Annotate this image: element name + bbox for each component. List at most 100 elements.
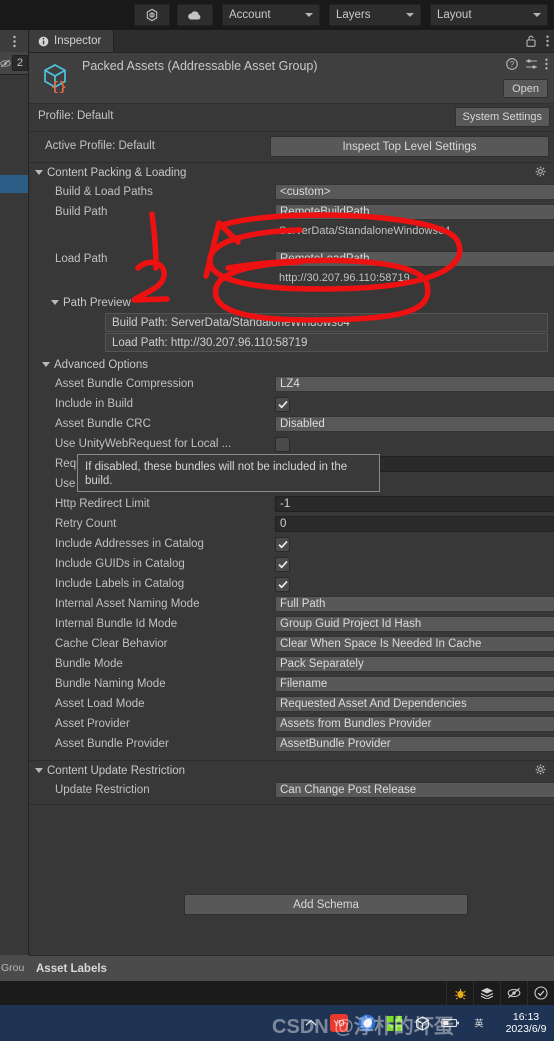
row-build-load-paths-label: Build & Load Paths [55, 186, 153, 198]
open-button[interactable]: Open [503, 79, 548, 98]
build-path-value: RemoteBuildPath [280, 206, 370, 218]
row-include-in-build-label: Include in Build [55, 398, 133, 410]
add-schema-button[interactable]: Add Schema [184, 894, 468, 915]
asset-bundle-compression-value: LZ4 [280, 378, 300, 390]
layout-dropdown[interactable]: Layout [430, 4, 548, 26]
editor-toolbar: Account Layers Layout [0, 0, 554, 30]
gear-icon[interactable] [535, 764, 546, 778]
bug-icon[interactable] [446, 981, 473, 1005]
chevron-down-icon [51, 300, 59, 305]
row-build-path: Build Path RemoteBuildPath [29, 202, 554, 222]
row-use-unitywebrequest-for-local: Use UnityWebRequest for Local ... [29, 434, 554, 454]
section-content-packing-header[interactable]: Content Packing & Loading [29, 163, 554, 182]
eye-slash-icon[interactable] [500, 981, 527, 1005]
advanced-options-rows: Asset Bundle Compression LZ4 Include in Bu… [29, 374, 554, 754]
row-internal-asset-naming-mode-label: Internal Asset Naming Mode [55, 598, 200, 610]
tab-inspector[interactable]: Inspector [29, 30, 115, 52]
row-bundle-mode: Bundle Mode Pack Separately [29, 654, 554, 674]
retry-count-value: 0 [280, 518, 287, 530]
internal-bundle-id-mode-dropdown[interactable]: Group Guid Project Id Hash [275, 616, 554, 632]
inspector-panel: Inspector {} Packed Assets (Addressable … [29, 30, 554, 955]
section-advanced-options-header[interactable]: Advanced Options [29, 355, 554, 374]
help-icon[interactable]: ? [506, 58, 518, 73]
load-path-dropdown[interactable]: RemoteLoadPath [275, 251, 554, 267]
row-asset-provider-label: Asset Provider [55, 718, 130, 730]
retry-count-input[interactable]: 0 [275, 516, 554, 532]
browser-icon[interactable] [357, 1014, 376, 1033]
asset-load-mode-dropdown[interactable]: Requested Asset And Dependencies [275, 696, 554, 712]
cloud-icon[interactable] [177, 4, 213, 26]
microsoft-store-icon[interactable] [385, 1014, 404, 1033]
use-unitywebrequest-for-local-checkbox[interactable] [275, 437, 290, 452]
rail-kebab-icon[interactable] [0, 30, 28, 52]
section-advanced-options-title: Advanced Options [54, 358, 148, 371]
active-profile-row: Active Profile: Default Inspect Top Leve… [29, 132, 554, 163]
rail-hidden-objects-tab[interactable]: 2 [0, 52, 28, 75]
system-settings-button[interactable]: System Settings [454, 107, 550, 127]
asset-provider-dropdown[interactable]: Assets from Bundles Provider [275, 716, 554, 732]
rail-selection-highlight[interactable] [0, 175, 28, 193]
collab-icon[interactable] [134, 4, 170, 26]
battery-icon[interactable] [441, 1014, 460, 1033]
section-content-update-header[interactable]: Content Update Restriction [29, 761, 554, 780]
build-load-paths-dropdown[interactable]: <custom> [275, 184, 554, 200]
asset-bundle-provider-value: AssetBundle Provider [280, 738, 391, 750]
inspect-top-level-settings-button[interactable]: Inspect Top Level Settings [270, 136, 549, 157]
include-labels-in-catalog-checkbox[interactable] [275, 577, 290, 592]
account-label: Account [229, 9, 271, 21]
include-guids-in-catalog-checkbox[interactable] [275, 557, 290, 572]
row-build-path-label: Build Path [55, 206, 108, 218]
asset-bundle-crc-dropdown[interactable]: Disabled [275, 416, 554, 432]
left-rail: 2 Grou [0, 30, 29, 981]
build-path-dropdown[interactable]: RemoteBuildPath [275, 204, 554, 220]
include-addresses-in-catalog-checkbox[interactable] [275, 537, 290, 552]
preset-sliders-icon[interactable] [525, 58, 538, 73]
taskbar-time: 16:13 [512, 1011, 540, 1023]
load-path-resolved: http://30.207.96.110:58719 [279, 272, 410, 284]
chevron-up-icon[interactable] [301, 1014, 320, 1033]
row-load-path-label: Load Path [55, 253, 108, 265]
asset-labels-bar[interactable]: Asset Labels [29, 955, 554, 981]
layers-stack-icon[interactable] [473, 981, 500, 1005]
layout-label: Layout [437, 9, 472, 21]
unity-editor-window: Account Layers Layout 2 Grou Inspector {… [0, 0, 554, 1041]
update-restriction-dropdown[interactable]: Can Change Post Release [275, 782, 554, 798]
row-load-path: Load Path RemoteLoadPath [29, 249, 554, 269]
profile-row: Profile: Default System Settings [29, 104, 554, 132]
include-in-build-checkbox[interactable] [275, 397, 290, 412]
internal-asset-naming-mode-dropdown[interactable]: Full Path [275, 596, 554, 612]
chevron-down-icon [35, 170, 43, 175]
chevron-down-icon [305, 13, 313, 17]
row-include-guids-in-catalog-label: Include GUIDs in Catalog [55, 558, 185, 570]
load-path-value: RemoteLoadPath [280, 253, 370, 265]
bundle-mode-dropdown[interactable]: Pack Separately [275, 656, 554, 672]
bundle-naming-mode-value: Filename [280, 678, 328, 690]
row-build-load-paths: Build & Load Paths <custom> [29, 182, 554, 202]
inspector-object-kebab-icon[interactable] [545, 58, 548, 73]
row-cache-clear-behavior: Cache Clear Behavior Clear When Space Is … [29, 634, 554, 654]
row-update-restriction: Update Restriction Can Change Post Relea… [29, 780, 554, 800]
svg-text:YD: YD [333, 1019, 344, 1028]
http-redirect-limit-input[interactable]: -1 [275, 496, 554, 512]
ime-icon[interactable]: 英 [469, 1014, 488, 1033]
chevron-down-icon [42, 362, 50, 367]
asset-bundle-compression-dropdown[interactable]: LZ4 [275, 376, 554, 392]
layers-label: Layers [336, 9, 371, 21]
account-dropdown[interactable]: Account [222, 4, 320, 26]
rail-hidden-count: 2 [11, 55, 28, 71]
inspector-header-icons: ? [506, 58, 548, 73]
gear-icon[interactable] [535, 166, 546, 180]
lock-icon[interactable] [521, 30, 541, 52]
youdao-icon[interactable]: YD [329, 1014, 348, 1033]
load-path-resolved-row: http://30.207.96.110:58719 [29, 269, 554, 288]
asset-bundle-provider-dropdown[interactable]: AssetBundle Provider [275, 736, 554, 752]
inspector-kebab-icon[interactable] [541, 30, 554, 52]
taskbar-clock[interactable]: 16:13 2023/6/9 [498, 1011, 554, 1035]
cache-clear-behavior-dropdown[interactable]: Clear When Space Is Needed In Cache [275, 636, 554, 652]
row-asset-bundle-compression: Asset Bundle Compression LZ4 [29, 374, 554, 394]
bundle-naming-mode-dropdown[interactable]: Filename [275, 676, 554, 692]
layers-dropdown[interactable]: Layers [329, 4, 421, 26]
section-path-preview-header[interactable]: Path Preview [29, 293, 554, 312]
unity-icon[interactable] [413, 1014, 432, 1033]
check-circle-icon[interactable] [527, 981, 554, 1005]
